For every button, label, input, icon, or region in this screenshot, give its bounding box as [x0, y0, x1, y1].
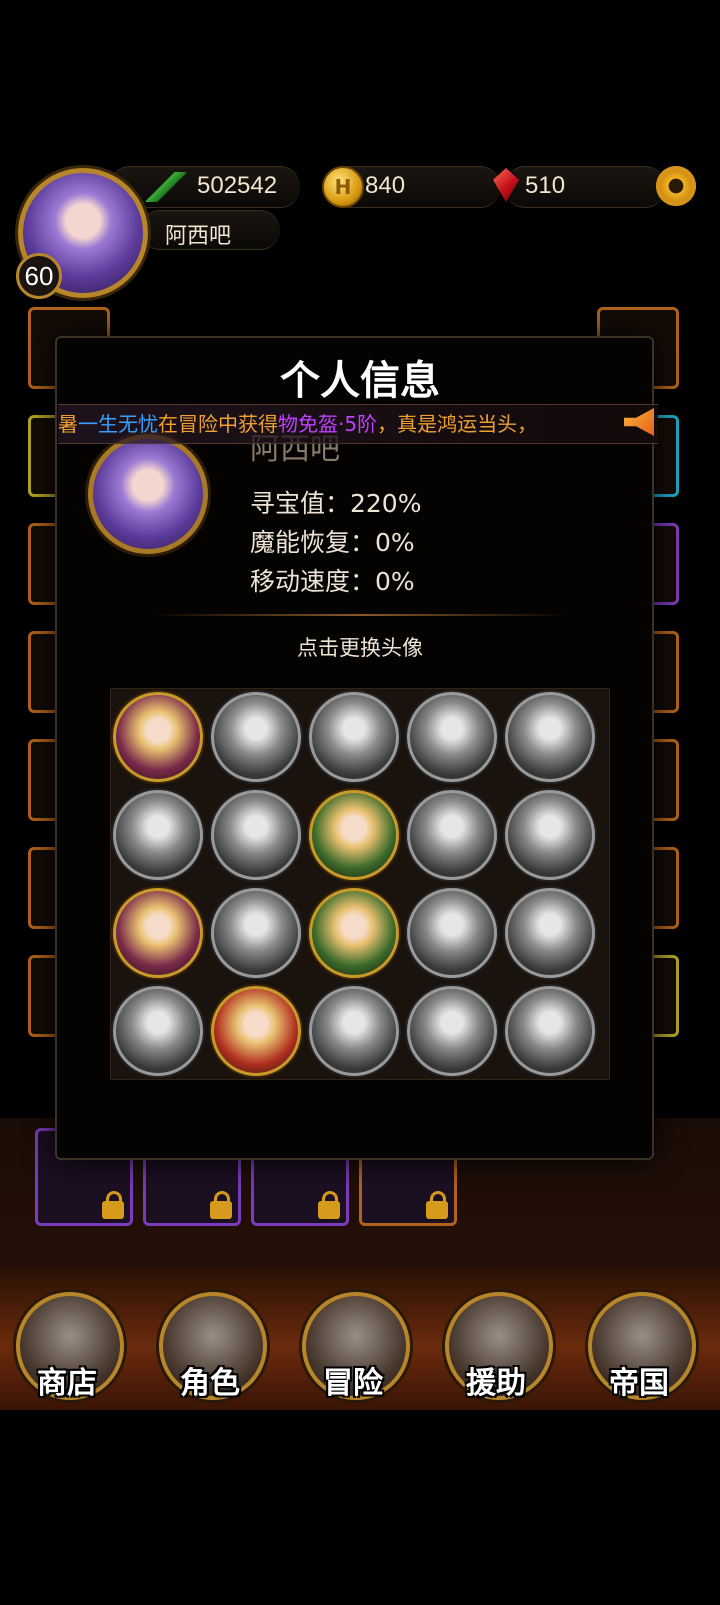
power-value: 502542: [197, 172, 278, 199]
nav-empire-label: 帝国: [609, 1366, 669, 1401]
green-sword-icon: [146, 172, 186, 202]
avatar-option[interactable]: [309, 986, 399, 1076]
nav-character[interactable]: 角色: [155, 1292, 267, 1407]
ticker-segment: ，真是鸿运当头，: [377, 412, 538, 436]
level-badge: 60: [16, 253, 62, 299]
gold-coin-icon: H: [322, 166, 364, 208]
broadcast-ticker: 暑一生无忧在冒险中获得物免盔·5阶，真是鸿运当头，: [58, 404, 658, 444]
divider: [150, 614, 570, 616]
lock-icon: [102, 1191, 124, 1219]
avatar-option[interactable]: [407, 692, 497, 782]
player-name: 阿西吧: [165, 224, 232, 249]
avatar-option[interactable]: [407, 790, 497, 880]
ticker-segment: 一生无忧: [78, 412, 158, 436]
nav-assist[interactable]: 援助: [441, 1292, 553, 1407]
avatar-option[interactable]: [211, 790, 301, 880]
nav-assist-label: 援助: [466, 1366, 526, 1401]
avatar-option[interactable]: [113, 986, 203, 1076]
avatar-option[interactable]: [505, 986, 595, 1076]
gold-value: 840: [365, 172, 406, 199]
avatar-option[interactable]: [505, 888, 595, 978]
stat-move-speed: 移动速度：0%: [250, 567, 415, 596]
avatar-option[interactable]: [113, 790, 203, 880]
lock-icon: [426, 1191, 448, 1219]
gem-value: 510: [525, 172, 566, 199]
nav-shop[interactable]: 商店: [12, 1292, 124, 1407]
avatar-option[interactable]: [211, 692, 301, 782]
profile-avatar: [88, 434, 208, 554]
avatar-option[interactable]: [407, 888, 497, 978]
ticker-segment: 在冒险中获得: [158, 412, 278, 436]
stat-treasure: 寻宝值：220%: [250, 489, 422, 518]
avatar-option[interactable]: [309, 790, 399, 880]
avatar-option[interactable]: [407, 986, 497, 1076]
avatar-option[interactable]: [309, 888, 399, 978]
nav-empire[interactable]: 帝国: [584, 1292, 696, 1407]
change-avatar-hint: 点击更换头像: [297, 636, 423, 660]
nav-adventure[interactable]: 冒险: [298, 1292, 410, 1407]
avatar-option[interactable]: [211, 888, 301, 978]
ticker-segment: 暑: [58, 412, 78, 436]
lock-icon: [210, 1191, 232, 1219]
stat-mana-recovery: 魔能恢复：0%: [250, 528, 415, 557]
avatar-option[interactable]: [309, 692, 399, 782]
avatar-option[interactable]: [211, 986, 301, 1076]
avatar-option[interactable]: [505, 790, 595, 880]
avatar-option[interactable]: [113, 888, 203, 978]
ticker-segment: 物免盔·5阶: [278, 412, 378, 436]
nav-shop-label: 商店: [37, 1366, 97, 1401]
gear-icon[interactable]: [656, 166, 696, 206]
avatar-option[interactable]: [505, 692, 595, 782]
modal-title: 个人信息: [280, 357, 440, 404]
lock-icon: [318, 1191, 340, 1219]
avatar-option[interactable]: [113, 692, 203, 782]
nav-character-label: 角色: [180, 1366, 240, 1401]
nav-adventure-label: 冒险: [323, 1366, 383, 1401]
